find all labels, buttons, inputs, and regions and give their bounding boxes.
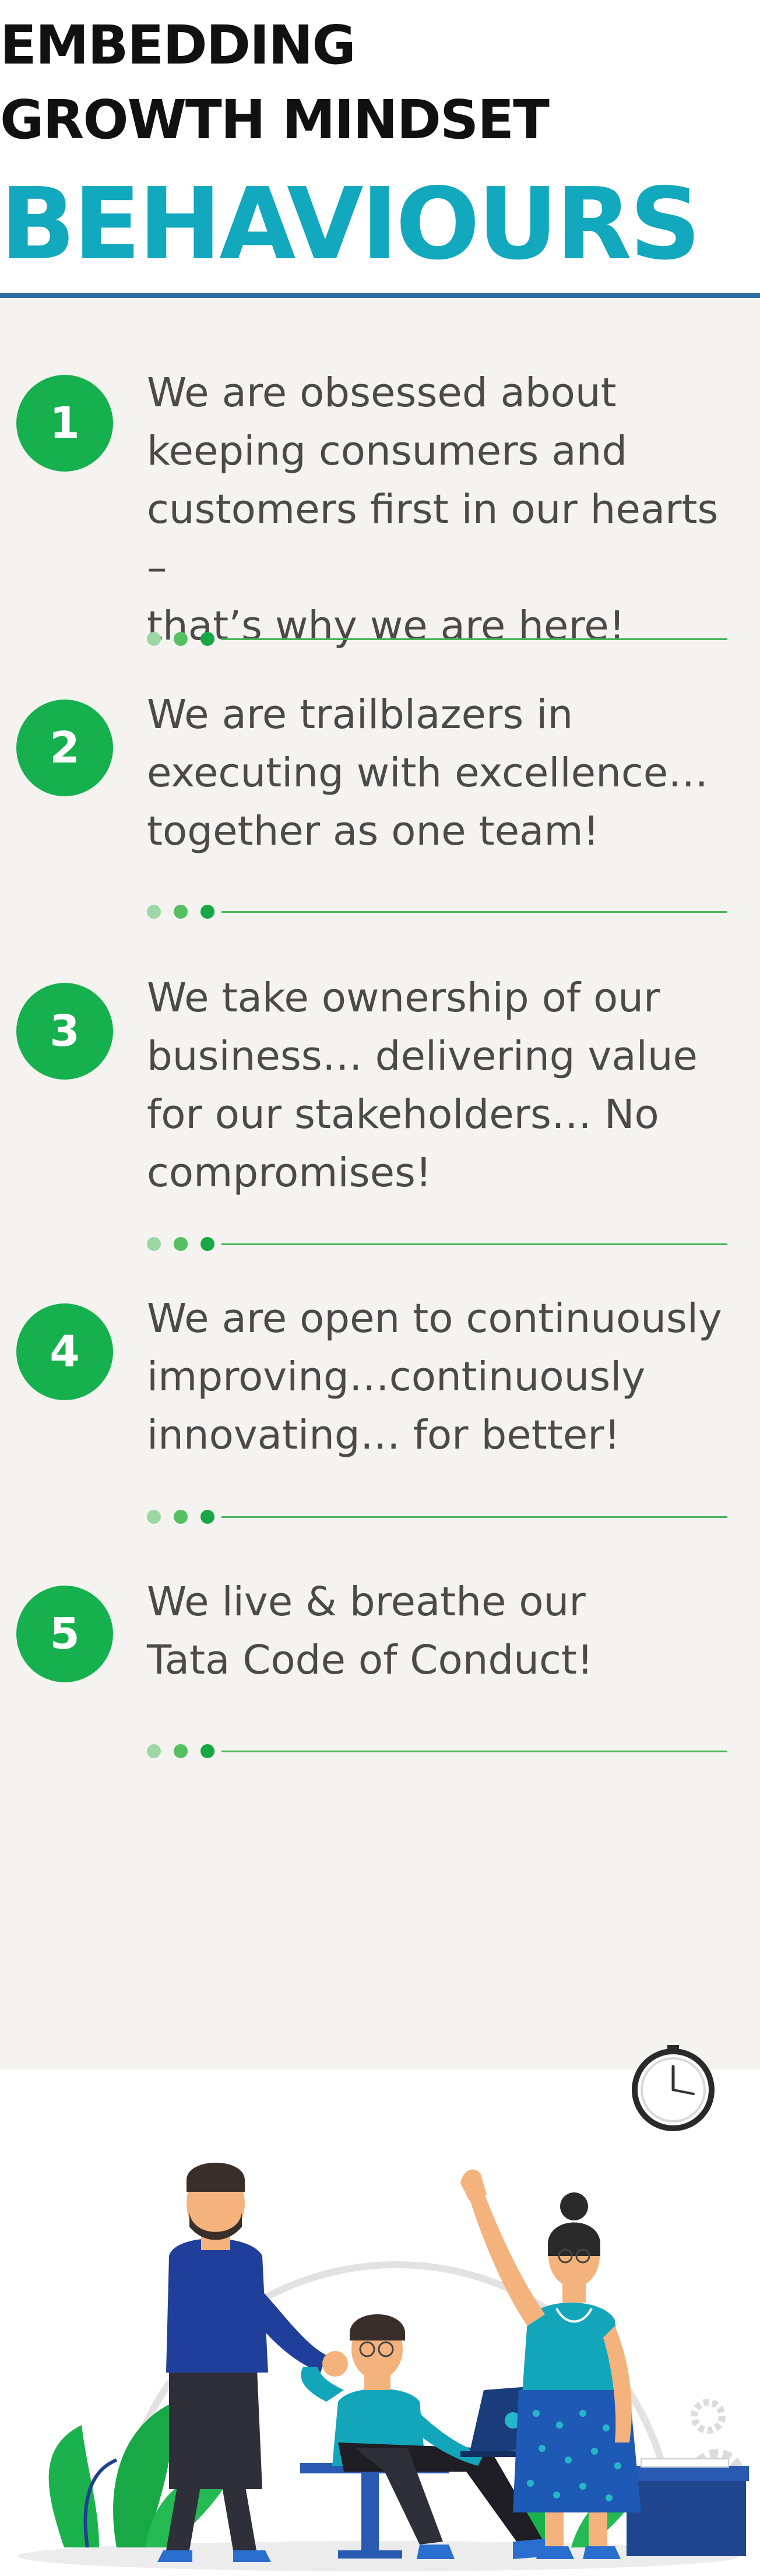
text-line: We are open to continuously (147, 1295, 722, 1342)
dot-line-separator (147, 632, 727, 646)
separator-line (221, 1751, 727, 1752)
text-line: together as one team! (147, 808, 600, 855)
dot-line-separator (147, 905, 727, 919)
separator-dot (200, 1744, 214, 1758)
number-badge: 2 (16, 700, 113, 796)
separator-dot (174, 1744, 188, 1758)
separator-dot (174, 905, 188, 919)
man-figure (157, 2163, 348, 2562)
team-illustration (17, 2045, 749, 2571)
separator-dot (147, 1510, 161, 1524)
gear-icon (691, 2399, 726, 2434)
separator-dot (200, 905, 214, 919)
behaviour-text: We take ownership of our business… deliv… (147, 969, 741, 1202)
behaviour-text: We are open to continuously improving…co… (147, 1289, 741, 1464)
separator-dot (174, 632, 188, 646)
behaviour-text: We are obsessed about keeping consumers … (147, 364, 741, 655)
behaviour-text: We are trailblazers in executing with ex… (147, 686, 741, 860)
separator-line (221, 638, 727, 640)
separator-dot (174, 1237, 188, 1251)
text-line: customers first in our hearts – (147, 486, 719, 591)
text-line: keeping consumers and (147, 428, 628, 475)
separator-line (221, 911, 727, 913)
text-line: We are trailblazers in (147, 691, 573, 738)
separator-dot (200, 632, 214, 646)
title-line-2: GROWTH MINDSET (0, 89, 550, 151)
text-line: compromises! (147, 1150, 432, 1196)
number-badge: 3 (16, 983, 113, 1080)
number-badge: 1 (16, 375, 113, 472)
text-line: We take ownership of our (147, 975, 660, 1021)
number-badge: 4 (16, 1303, 113, 1400)
separator-line (221, 1243, 727, 1245)
dot-line-separator (147, 1744, 727, 1758)
header-divider (0, 293, 760, 298)
separator-dot (200, 1237, 214, 1251)
text-line: improving…continuously (147, 1354, 646, 1400)
title-line-3: BEHAVIOURS (0, 167, 701, 282)
text-line: Tata Code of Conduct! (147, 1637, 593, 1684)
dot-line-separator (147, 1510, 727, 1524)
text-line: We are obsessed about (147, 370, 617, 416)
separator-dot (147, 632, 161, 646)
separator-dot (147, 1744, 161, 1758)
separator-dot (147, 905, 161, 919)
behaviour-text: We live & breathe our Tata Code of Condu… (147, 1573, 741, 1689)
separator-line (221, 1516, 727, 1518)
number-badge: 5 (16, 1586, 113, 1682)
text-line: innovating… for better! (147, 1412, 621, 1459)
folder-box-icon (624, 2458, 749, 2556)
dot-line-separator (147, 1237, 727, 1251)
separator-dot (147, 1237, 161, 1251)
title-line-1: EMBEDDING (0, 14, 356, 76)
clock-icon (632, 2045, 715, 2131)
text-line: We live & breathe our (147, 1579, 586, 1625)
separator-dot (200, 1510, 214, 1524)
text-line: for our stakeholders… No (147, 1091, 659, 1138)
header: EMBEDDING GROWTH MINDSET BEHAVIOURS (0, 0, 760, 294)
text-line: business… delivering value (147, 1033, 698, 1080)
separator-dot (174, 1510, 188, 1524)
text-line: executing with excellence… (147, 750, 709, 796)
